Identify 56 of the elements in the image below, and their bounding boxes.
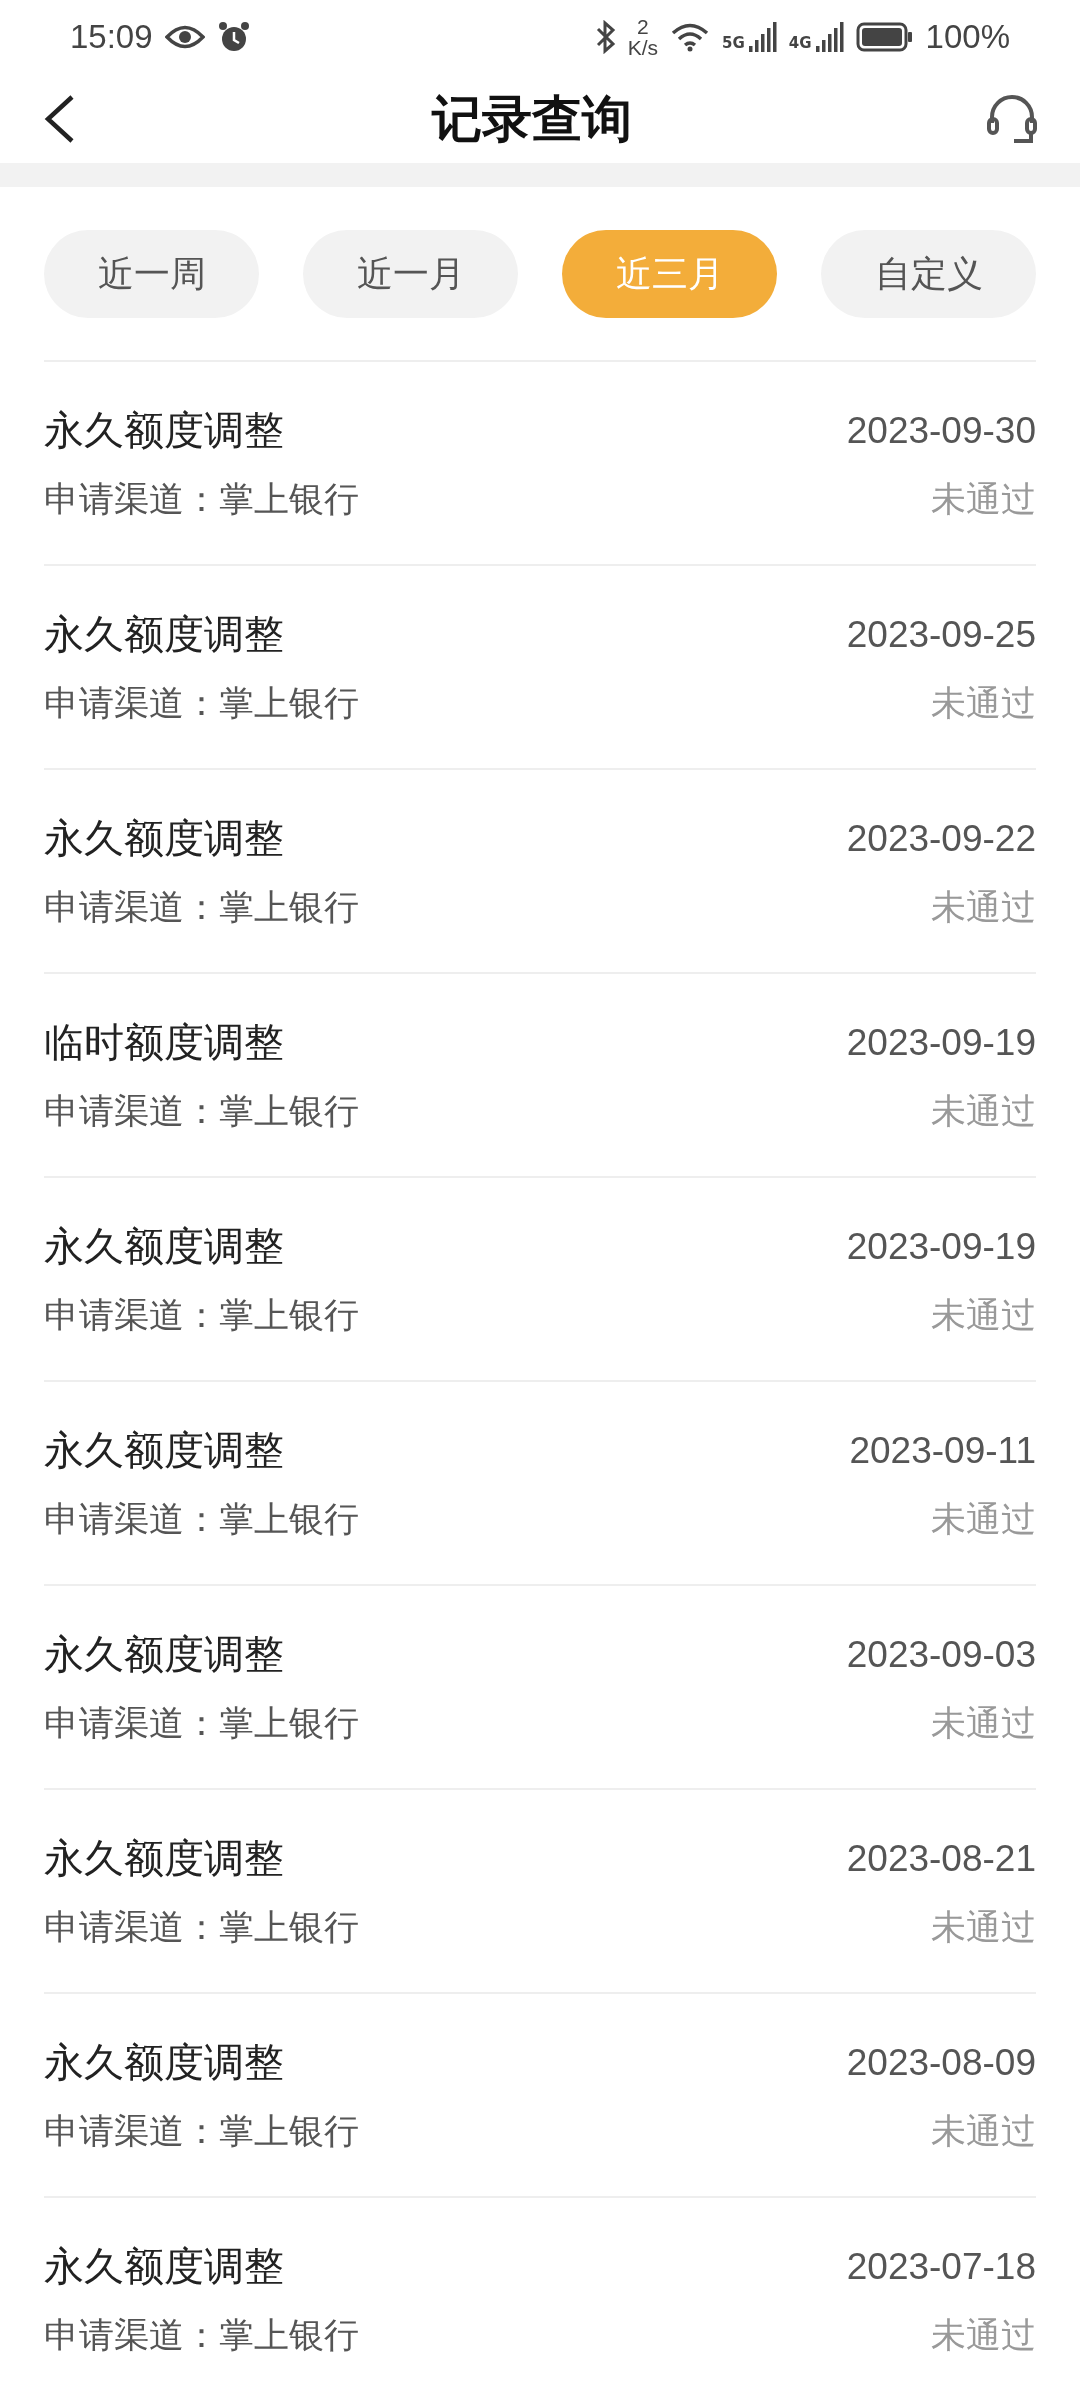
record-status: 未通过 — [931, 886, 1036, 929]
network-type-label: 5G — [722, 34, 745, 53]
record-channel: 申请渠道：掌上银行 — [44, 478, 359, 521]
record-title: 永久额度调整 — [44, 2038, 284, 2087]
record-channel: 申请渠道：掌上银行 — [44, 886, 359, 929]
record-title: 永久额度调整 — [44, 1630, 284, 1679]
record-channel: 申请渠道：掌上银行 — [44, 682, 359, 725]
network-speed-unit: K/s — [627, 37, 659, 59]
eye-icon — [164, 24, 205, 51]
record-status: 未通过 — [931, 682, 1036, 725]
record-status: 未通过 — [931, 478, 1036, 521]
record-status: 未通过 — [931, 2314, 1036, 2357]
page-title: 记录查询 — [432, 88, 632, 150]
battery-percent: 100% — [925, 18, 1010, 57]
period-tab[interactable]: 近一周 — [44, 230, 259, 318]
record-date: 2023-09-03 — [846, 1633, 1036, 1676]
record-title: 永久额度调整 — [44, 1222, 284, 1271]
record-channel: 申请渠道：掌上银行 — [44, 2314, 359, 2357]
signal-icon — [748, 22, 777, 53]
record-date: 2023-09-30 — [846, 409, 1036, 452]
period-tab[interactable]: 近一月 — [303, 230, 518, 318]
record-title: 永久额度调整 — [44, 1426, 284, 1475]
bluetooth-icon — [595, 20, 616, 55]
wifi-icon — [670, 22, 711, 53]
record-date: 2023-07-18 — [846, 2245, 1036, 2288]
record-title: 永久额度调整 — [44, 2242, 284, 2291]
record-channel: 申请渠道：掌上银行 — [44, 1294, 359, 1337]
record-date: 2023-09-19 — [846, 1021, 1036, 1064]
record-date: 2023-09-11 — [849, 1429, 1036, 1472]
record-date: 2023-08-21 — [846, 1837, 1036, 1880]
period-tab[interactable]: 自定义 — [821, 230, 1036, 318]
record-channel: 申请渠道：掌上银行 — [44, 1498, 359, 1541]
record-date: 2023-09-22 — [846, 817, 1036, 860]
record-status: 未通过 — [931, 1702, 1036, 1745]
record-status: 未通过 — [931, 1090, 1036, 1133]
record-status: 未通过 — [931, 2110, 1036, 2153]
record-date: 2023-08-09 — [846, 2041, 1036, 2084]
record-title: 永久额度调整 — [44, 406, 284, 455]
record-date: 2023-09-25 — [846, 613, 1036, 656]
record-title: 永久额度调整 — [44, 1834, 284, 1883]
record-channel: 申请渠道：掌上银行 — [44, 2110, 359, 2153]
battery-icon — [855, 22, 914, 53]
record-channel: 申请渠道：掌上银行 — [44, 1906, 359, 1949]
record-status: 未通过 — [931, 1498, 1036, 1541]
record-status: 未通过 — [931, 1906, 1036, 1949]
network-speed-value: 2 — [637, 16, 649, 38]
record-channel: 申请渠道：掌上银行 — [44, 1090, 359, 1133]
record-title: 永久额度调整 — [44, 610, 284, 659]
network-type-label: 4G — [788, 34, 812, 53]
signal-icon — [815, 22, 844, 53]
record-date: 2023-09-19 — [846, 1225, 1036, 1268]
record-title: 临时额度调整 — [44, 1018, 284, 1067]
record-title: 永久额度调整 — [44, 814, 284, 863]
status-time: 15:09 — [70, 18, 153, 57]
record-channel: 申请渠道：掌上银行 — [44, 1702, 359, 1745]
record-status: 未通过 — [931, 1294, 1036, 1337]
